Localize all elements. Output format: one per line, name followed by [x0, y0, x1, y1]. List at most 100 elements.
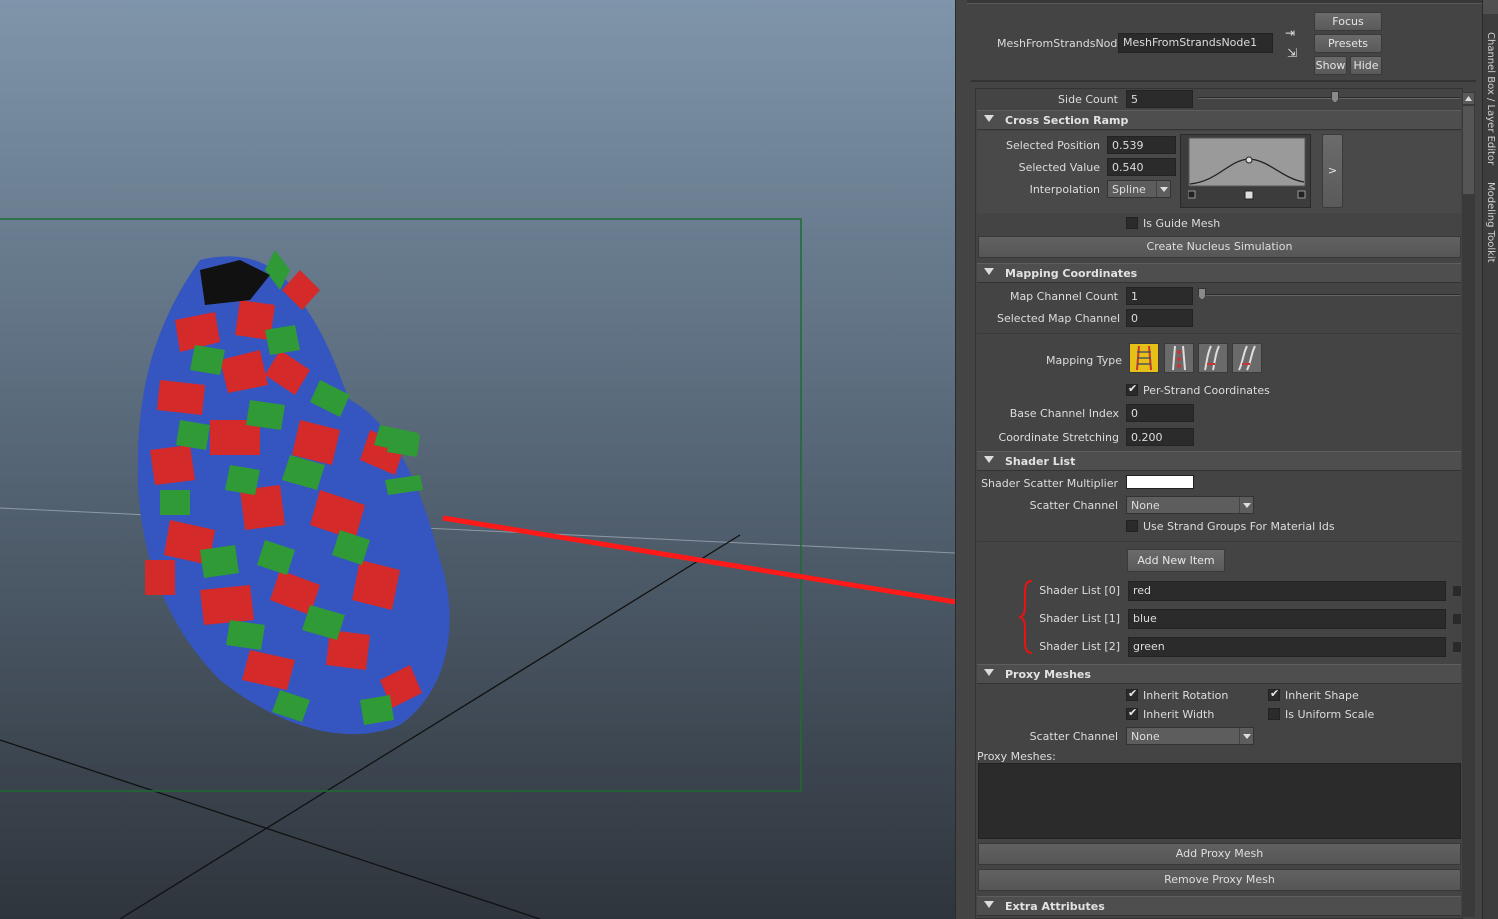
collapse-triangle-icon	[984, 669, 994, 676]
hide-button[interactable]: Hide	[1350, 56, 1382, 75]
selected-value-field[interactable]: 0.540	[1107, 158, 1176, 176]
inherit-width-label: Inherit Width	[1143, 708, 1215, 721]
inherit-rotation-label: Inherit Rotation	[1143, 689, 1229, 702]
is-uniform-scale-checkbox[interactable]	[1268, 708, 1280, 720]
selected-position-field[interactable]: 0.539	[1107, 136, 1176, 154]
shader-list-item-label: Shader List [2]	[1039, 640, 1120, 653]
create-nucleus-simulation-button[interactable]: Create Nucleus Simulation	[978, 236, 1461, 258]
collapse-triangle-icon	[984, 268, 994, 275]
coordinate-stretching-label: Coordinate Stretching	[998, 431, 1119, 444]
section-mapping-coordinates[interactable]: Mapping Coordinates	[977, 263, 1461, 283]
remove-proxy-mesh-button[interactable]: Remove Proxy Mesh	[978, 869, 1461, 891]
scrollbar-thumb[interactable]	[1463, 106, 1474, 194]
selected-map-channel-field[interactable]: 0	[1126, 309, 1193, 327]
input-connection-icon[interactable]: ⇥	[1285, 26, 1295, 40]
side-count-label: Side Count	[1058, 93, 1118, 106]
proxy-meshes-label: Proxy Meshes:	[977, 750, 1056, 763]
presets-button[interactable]: Presets	[1314, 34, 1382, 53]
base-channel-index-field[interactable]: 0	[1126, 404, 1194, 422]
tab-modeling-toolkit[interactable]: Modeling Toolkit	[1485, 182, 1496, 263]
shader-list-item-label: Shader List [1]	[1039, 612, 1120, 625]
inherit-width-checkbox[interactable]	[1126, 706, 1138, 720]
chevron-down-icon	[1239, 728, 1253, 744]
proxy-scatter-channel-label: Scatter Channel	[1029, 730, 1118, 743]
chevron-down-icon	[1156, 181, 1170, 197]
proxy-meshes-list[interactable]	[978, 763, 1461, 839]
shader-list-item-field[interactable]: green	[1128, 637, 1446, 657]
tab-channel-box-layer-editor[interactable]: Channel Box / Layer Editor	[1485, 32, 1496, 165]
selected-position-label: Selected Position	[1005, 139, 1100, 152]
proxy-scatter-channel-value: None	[1131, 730, 1160, 743]
separator	[977, 333, 1461, 334]
vertical-scrollbar[interactable]	[1462, 92, 1475, 917]
mapping-type-label: Mapping Type	[1046, 354, 1122, 367]
add-proxy-mesh-button[interactable]: Add Proxy Mesh	[978, 843, 1461, 865]
node-name-field[interactable]: MeshFromStrandsNode1	[1118, 33, 1273, 53]
section-title: Mapping Coordinates	[1005, 267, 1138, 280]
shader-scatter-multiplier-swatch[interactable]	[1126, 475, 1194, 489]
coordinate-stretching-field[interactable]: 0.200	[1126, 428, 1194, 446]
is-guide-mesh-checkbox[interactable]	[1126, 217, 1138, 229]
per-strand-coordinates-label: Per-Strand Coordinates	[1143, 384, 1270, 397]
section-cross-section-ramp[interactable]: Cross Section Ramp	[977, 110, 1461, 130]
section-proxy-meshes[interactable]: Proxy Meshes	[977, 664, 1461, 684]
output-connection-icon[interactable]: ⇲	[1287, 46, 1297, 60]
mapping-type-2-icon[interactable]	[1164, 343, 1194, 373]
side-tab-strip: Channel Box / Layer Editor Modeling Tool…	[1482, 0, 1498, 919]
connect-port-icon[interactable]	[1453, 586, 1461, 596]
collapse-triangle-icon	[984, 901, 994, 908]
interpolation-dropdown[interactable]: Spline	[1107, 180, 1171, 198]
scroll-up-arrow-icon[interactable]	[1463, 93, 1474, 104]
section-extra-attributes[interactable]: Extra Attributes	[977, 896, 1461, 916]
section-title: Shader List	[1005, 455, 1076, 468]
separator	[971, 80, 1476, 82]
show-button[interactable]: Show	[1314, 56, 1347, 75]
connect-port-icon[interactable]	[1453, 614, 1461, 624]
section-title: Extra Attributes	[1005, 900, 1105, 913]
grid-line	[0, 739, 541, 919]
scatter-channel-value: None	[1131, 499, 1160, 512]
strip-top-tab[interactable]	[1483, 0, 1498, 14]
annotation-arrow	[442, 515, 955, 605]
collapse-triangle-icon	[984, 115, 994, 122]
expand-ramp-button[interactable]: >	[1322, 134, 1343, 208]
mapping-type-4-icon[interactable]	[1232, 343, 1262, 373]
shader-list-item-field[interactable]: blue	[1128, 609, 1446, 629]
mapping-type-1-icon[interactable]	[1129, 343, 1159, 373]
map-channel-slider[interactable]	[1198, 294, 1460, 296]
shader-list-item-label: Shader List [0]	[1039, 584, 1120, 597]
selected-value-label: Selected Value	[1018, 161, 1100, 174]
scatter-channel-dropdown[interactable]: None	[1126, 496, 1254, 514]
proxy-scatter-channel-dropdown[interactable]: None	[1126, 727, 1254, 745]
base-channel-index-label: Base Channel Index	[1009, 407, 1119, 420]
selected-map-channel-label: Selected Map Channel	[997, 312, 1121, 325]
focus-button[interactable]: Focus	[1314, 12, 1382, 31]
use-strand-groups-checkbox[interactable]	[1126, 520, 1138, 532]
inherit-shape-checkbox[interactable]	[1268, 687, 1280, 701]
shader-list-item-field[interactable]: red	[1128, 581, 1446, 601]
side-count-field[interactable]: 5	[1126, 90, 1193, 108]
connect-port-icon[interactable]	[1453, 642, 1461, 652]
inherit-rotation-checkbox[interactable]	[1126, 687, 1138, 701]
use-strand-groups-label: Use Strand Groups For Material Ids	[1143, 520, 1335, 533]
shader-scatter-multiplier-label: Shader Scatter Multiplier	[981, 477, 1118, 490]
ramp-curve-editor[interactable]	[1188, 137, 1306, 201]
interpolation-label: Interpolation	[1029, 183, 1100, 196]
separator	[977, 541, 1461, 542]
collapse-triangle-icon	[984, 456, 994, 463]
3d-viewport[interactable]	[0, 0, 955, 919]
scatter-channel-label: Scatter Channel	[1029, 499, 1118, 512]
section-shader-list[interactable]: Shader List	[977, 451, 1461, 471]
per-strand-coordinates-checkbox[interactable]	[1126, 382, 1138, 396]
section-title: Proxy Meshes	[1005, 668, 1091, 681]
interpolation-value: Spline	[1112, 183, 1146, 196]
viewport-scene	[0, 218, 955, 919]
map-channel-count-field[interactable]: 1	[1126, 287, 1193, 305]
side-count-slider[interactable]	[1198, 97, 1460, 99]
add-new-item-button[interactable]: Add New Item	[1127, 549, 1225, 572]
ae-top-bar	[967, 0, 1482, 4]
node-name-label: MeshFromStrandsNode:	[997, 37, 1128, 50]
section-title: Cross Section Ramp	[1005, 114, 1129, 127]
mapping-type-3-icon[interactable]	[1198, 343, 1228, 373]
panel-divider[interactable]	[955, 0, 967, 919]
